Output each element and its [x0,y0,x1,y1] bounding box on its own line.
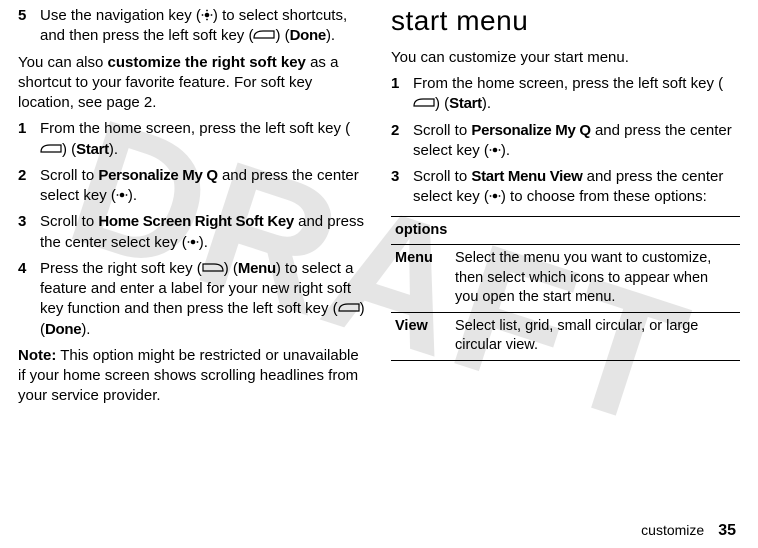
left-step-3: 3 Scroll to Home Screen Right Soft Key a… [18,212,367,253]
left-step-1: 1 From the home screen, press the left s… [18,119,367,160]
text: ) to choose from these options: [501,188,707,205]
center-key-icon [489,142,501,159]
done-label: Done [45,321,81,338]
text: You can also [18,54,108,71]
text: ). [81,321,90,338]
step-number: 1 [18,119,40,160]
table-header-row: options [391,216,740,245]
center-key-icon [116,187,128,204]
left-softkey-icon [253,27,275,44]
personalize-label: Personalize My Q [471,122,590,139]
text: Scroll to [413,122,471,139]
center-key-icon [489,188,501,205]
text: ) ( [435,95,449,112]
text: ) ( [62,141,76,158]
start-label: Start [76,141,109,158]
step-5: 5 Use the navigation key () to select sh… [18,6,367,47]
option-desc: Select the menu you want to customize, t… [451,245,740,313]
step-number: 4 [18,259,40,340]
note-label: Note: [18,347,56,364]
step-number: 2 [391,121,413,162]
step-body: From the home screen, press the left sof… [413,74,740,115]
menu-label: Menu [238,260,276,277]
step-number: 3 [391,167,413,208]
option-label: Menu [391,245,451,313]
done-label: Done [290,27,326,44]
home-screen-label: Home Screen Right Soft Key [98,213,294,230]
step-body: Scroll to Home Screen Right Soft Key and… [40,212,367,253]
text: ). [199,234,208,251]
options-header: options [391,216,740,245]
right-step-2: 2 Scroll to Personalize My Q and press t… [391,121,740,162]
bold-text: customize the right soft key [108,54,306,71]
left-step-2: 2 Scroll to Personalize My Q and press t… [18,166,367,207]
left-softkey-icon [40,141,62,158]
text: From the home screen, press the left sof… [40,120,350,137]
paragraph-custom-right-softkey: You can also customize the right soft ke… [18,53,367,114]
start-label: Start [449,95,482,112]
text: Use the navigation key ( [40,7,201,24]
step-body: Scroll to Personalize My Q and press the… [413,121,740,162]
option-desc: Select list, grid, small circular, or la… [451,312,740,360]
options-table: options Menu Select the menu you want to… [391,216,740,361]
section-title: start menu [391,2,740,40]
step-number: 2 [18,166,40,207]
text: From the home screen, press the left sof… [413,75,723,92]
left-column: 5 Use the navigation key () to select sh… [18,0,379,548]
text: ). [109,141,118,158]
text: ). [326,27,335,44]
text: ). [128,187,137,204]
text: ) ( [275,27,289,44]
text: Scroll to [413,168,471,185]
text: Press the right soft key ( [40,260,202,277]
step-body: Scroll to Start Menu View and press the … [413,167,740,208]
note-paragraph: Note: This option might be restricted or… [18,346,367,407]
step-body: Scroll to Personalize My Q and press the… [40,166,367,207]
left-softkey-icon [413,95,435,112]
right-column: start menu You can customize your start … [379,0,740,548]
note-body: This option might be restricted or unava… [18,347,359,405]
text: ). [482,95,491,112]
text: Scroll to [40,167,98,184]
left-step-4: 4 Press the right soft key () (Menu) to … [18,259,367,340]
right-step-1: 1 From the home screen, press the left s… [391,74,740,115]
text: ) ( [224,260,238,277]
nav-key-icon [201,7,213,24]
start-menu-view-label: Start Menu View [471,168,582,185]
personalize-label: Personalize My Q [98,167,217,184]
right-softkey-icon [202,260,224,277]
step-body: Use the navigation key () to select shor… [40,6,367,47]
text: ). [501,142,510,159]
step-number: 3 [18,212,40,253]
page-content: 5 Use the navigation key () to select sh… [0,0,758,548]
left-softkey-icon [338,300,360,317]
text: Scroll to [40,213,98,230]
table-row: View Select list, grid, small circular, … [391,312,740,360]
table-row: Menu Select the menu you want to customi… [391,245,740,313]
center-key-icon [187,234,199,251]
step-body: Press the right soft key () (Menu) to se… [40,259,367,340]
right-step-3: 3 Scroll to Start Menu View and press th… [391,167,740,208]
step-body: From the home screen, press the left sof… [40,119,367,160]
intro-text: You can customize your start menu. [391,48,740,68]
step-number: 1 [391,74,413,115]
option-label: View [391,312,451,360]
step-number: 5 [18,6,40,47]
